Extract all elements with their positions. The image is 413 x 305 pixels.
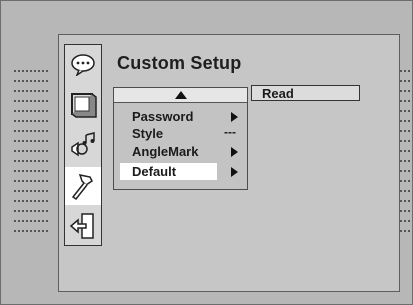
audio-icon[interactable] [65, 125, 101, 163]
menu-item-label: Default [132, 164, 177, 179]
menu-item-style[interactable]: Style --- [120, 125, 242, 142]
speaker-grille-left [14, 70, 48, 240]
menu-item-label: Style [132, 126, 164, 141]
chevron-right-icon [231, 167, 238, 177]
menu-item-anglemark[interactable]: AngleMark [120, 143, 242, 160]
page-title: Custom Setup [117, 53, 242, 73]
language-icon[interactable] [65, 45, 101, 83]
menu-scroll-up[interactable] [114, 88, 247, 103]
chevron-right-icon [231, 112, 238, 122]
menu-item-password[interactable]: Password [120, 108, 242, 125]
submenu-option-label: Read [262, 86, 294, 101]
custom-setup-icon[interactable] [65, 167, 101, 205]
up-arrow-icon [175, 91, 187, 99]
menu-item-label: AngleMark [132, 144, 199, 159]
setup-icon-bar [64, 44, 102, 246]
menu-item-indicator: --- [224, 125, 236, 139]
tv-screen-icon[interactable] [65, 85, 101, 123]
menu-item-default[interactable]: Default [120, 163, 242, 180]
setup-menu: Password Style --- AngleMark Default [113, 87, 248, 190]
menu-item-label: Password [132, 109, 194, 124]
chevron-right-icon [231, 147, 238, 157]
exit-icon[interactable] [65, 207, 101, 245]
submenu-option-read[interactable]: Read [251, 85, 360, 101]
